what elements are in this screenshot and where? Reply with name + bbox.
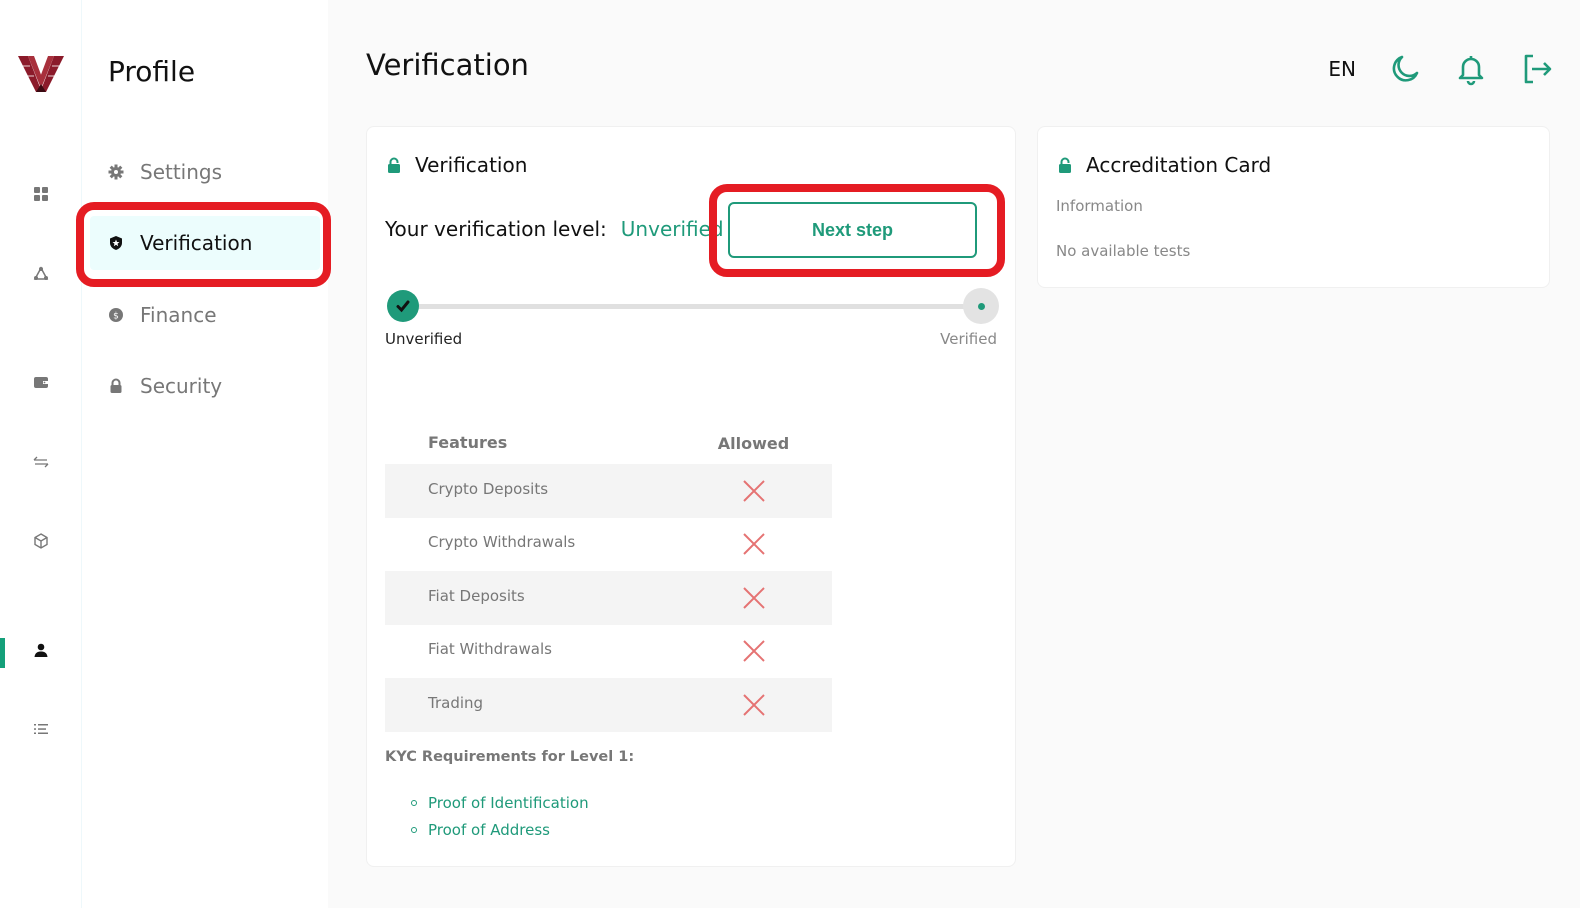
subnav-item-security[interactable]: Security [90, 359, 320, 413]
features-table-row: Fiat Withdrawals [385, 625, 832, 679]
svg-text:$: $ [113, 312, 119, 322]
subnav-label-settings: Settings [140, 160, 223, 184]
moon-icon[interactable] [1388, 52, 1422, 86]
header-allowed: Allowed [717, 433, 790, 453]
language-selector[interactable]: EN [1328, 57, 1356, 81]
subnav-title: Profile [108, 55, 196, 88]
verification-card-title: Verification [387, 153, 527, 177]
step-dot [977, 302, 985, 310]
logout-icon[interactable] [1520, 52, 1554, 86]
kyc-item[interactable]: Proof of Address [411, 816, 589, 843]
shield-icon [108, 235, 124, 251]
subnav-item-settings[interactable]: Settings [90, 145, 320, 199]
profile-subnav: Profile Settings Verification $ Finance … [82, 0, 328, 908]
step-label-verified: Verified [940, 330, 997, 348]
rail-item-dashboard[interactable] [0, 174, 82, 214]
kyc-title: KYC Requirements for Level 1: [385, 749, 635, 765]
kyc-requirements-list: Proof of Identification Proof of Address [411, 789, 589, 843]
subnav-item-verification[interactable]: Verification [90, 216, 320, 270]
bell-icon[interactable] [1454, 52, 1488, 86]
progress-track [401, 304, 983, 309]
header-features: Features [428, 432, 508, 452]
cross-icon [675, 639, 832, 663]
gear-icon [108, 164, 124, 180]
verification-level-label: Your verification level: [385, 217, 607, 241]
step-unverified-done [387, 290, 419, 322]
wallet-icon [34, 377, 48, 388]
rail-item-wallet[interactable] [0, 362, 82, 402]
lock-icon [108, 378, 124, 394]
next-step-button[interactable]: Next step [728, 202, 977, 258]
subnav-label-verification: Verification [140, 231, 253, 255]
rail-item-cube[interactable] [0, 521, 82, 561]
features-table-header: Features Allowed [385, 420, 832, 464]
step-verified-pending [963, 288, 999, 324]
feature-name: Trading [428, 693, 484, 712]
features-table-row: Crypto Deposits [385, 464, 832, 518]
kyc-item-label: Proof of Identification [428, 793, 589, 812]
page-title: Verification [366, 48, 529, 82]
checkmark-icon [396, 300, 410, 313]
features-table: Features Allowed Crypto Deposits Crypto W… [385, 420, 832, 732]
rail-item-list[interactable] [0, 709, 82, 749]
feature-name: Fiat Deposits [428, 586, 525, 605]
verification-level-value: Unverified [620, 217, 724, 241]
cross-icon [675, 479, 832, 503]
subnav-label-security: Security [140, 374, 223, 398]
accreditation-empty-text: No available tests [1056, 242, 1191, 260]
dashboard-icon [34, 187, 48, 201]
verification-card-title-text: Verification [415, 153, 528, 177]
kyc-item-label: Proof of Address [428, 820, 550, 839]
transfer-icon [33, 456, 49, 468]
network-icon [33, 266, 49, 280]
accreditation-card: Accreditation Card Information No availa… [1037, 126, 1550, 288]
brand-logo-icon[interactable] [18, 54, 64, 94]
header-actions: EN [1328, 52, 1554, 86]
rail-item-profile[interactable] [0, 630, 82, 670]
accreditation-card-title-text: Accreditation Card [1086, 153, 1272, 177]
cross-icon [675, 693, 832, 717]
feature-name: Crypto Withdrawals [428, 533, 576, 552]
features-table-row: Trading [385, 678, 832, 732]
dollar-icon: $ [108, 307, 124, 323]
feature-name: Fiat Withdrawals [428, 640, 552, 659]
bullet-icon [411, 826, 417, 833]
rail-item-network[interactable] [0, 254, 82, 294]
feature-name: Crypto Deposits [428, 479, 549, 498]
subnav-label-finance: Finance [140, 303, 217, 327]
rail-item-transfer[interactable] [0, 442, 82, 482]
kyc-item[interactable]: Proof of Identification [411, 789, 589, 816]
lock-icon [388, 157, 400, 173]
features-table-row: Crypto Withdrawals [385, 518, 832, 572]
accreditation-card-title: Accreditation Card [1058, 153, 1271, 177]
cross-icon [675, 586, 832, 610]
subnav-item-finance[interactable]: $ Finance [90, 288, 320, 342]
cross-icon [675, 532, 832, 556]
accreditation-info-label: Information [1056, 197, 1143, 215]
verification-card: Verification Your verification level: Un… [366, 126, 1016, 867]
cube-icon [34, 533, 48, 549]
lock-icon [1059, 157, 1071, 173]
list-icon [34, 724, 48, 734]
user-icon [34, 643, 48, 657]
features-table-row: Fiat Deposits [385, 571, 832, 625]
verification-level-row: Your verification level: Unverified [385, 217, 724, 241]
icon-rail [0, 0, 82, 908]
verification-progress [385, 288, 999, 324]
step-label-unverified: Unverified [385, 330, 463, 348]
bullet-icon [411, 799, 417, 806]
